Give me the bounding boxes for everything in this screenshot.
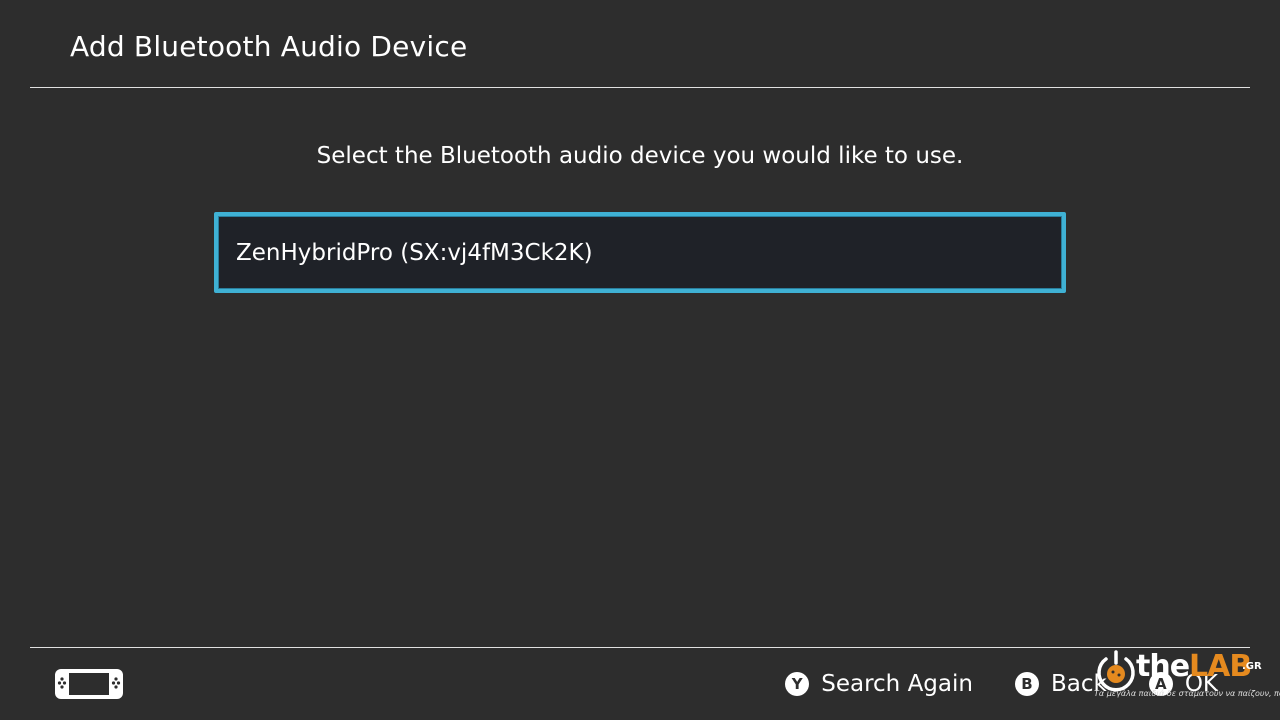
back-label: Back <box>1050 671 1107 697</box>
ok-label: OK <box>1184 671 1218 697</box>
header-divider <box>30 87 1250 88</box>
page-title: Add Bluetooth Audio Device <box>70 30 468 63</box>
device-list: ZenHybridPro (SX:vj4fM3Ck2K) <box>214 212 1066 293</box>
instruction-text: Select the Bluetooth audio device you wo… <box>316 143 964 169</box>
screen: Add Bluetooth Audio Device Select the Bl… <box>0 0 1280 720</box>
y-button-icon: Y <box>785 672 810 696</box>
search-again-button[interactable]: Y Search Again <box>785 671 973 697</box>
search-again-label: Search Again <box>821 671 973 697</box>
console-handheld-icon <box>55 669 123 699</box>
back-button[interactable]: B Back <box>1014 671 1107 697</box>
ok-button[interactable]: A OK <box>1148 671 1218 697</box>
device-item-label: ZenHybridPro (SX:vj4fM3Ck2K) <box>236 239 593 266</box>
footer: Y Search Again B Back A OK <box>0 648 1280 720</box>
device-item-selected[interactable]: ZenHybridPro (SX:vj4fM3Ck2K) <box>214 212 1066 293</box>
b-button-icon: B <box>1014 672 1039 696</box>
footer-actions: Y Search Again B Back A OK <box>743 648 1218 720</box>
a-button-icon: A <box>1148 672 1173 696</box>
